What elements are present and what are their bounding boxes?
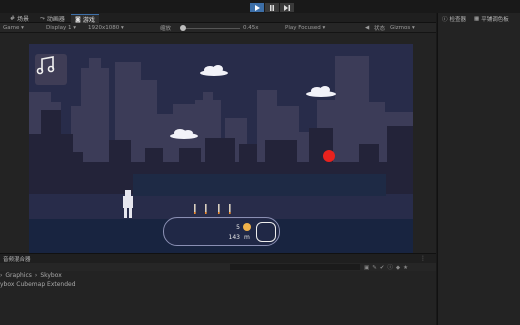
- info-icon: ⓘ: [442, 16, 448, 23]
- floating-platform: [133, 174, 386, 196]
- tab-tile-palette[interactable]: ▦ 平铺调色板: [474, 14, 509, 23]
- bottom-tab-bar: 音频混合器 ⋮: [0, 254, 436, 263]
- play-icon: [255, 4, 260, 11]
- coin-count: 5: [236, 224, 240, 231]
- tab-inspector-label: 检查器: [449, 16, 467, 23]
- step-button[interactable]: [280, 3, 294, 12]
- display-dropdown[interactable]: Display 1 ▾: [46, 24, 76, 32]
- tab-scene[interactable]: # 场景: [6, 14, 33, 23]
- pause-button[interactable]: [265, 3, 279, 12]
- pause-icon: [270, 4, 274, 11]
- gamepad-icon: ◙: [75, 15, 81, 23]
- game-mode-dropdown[interactable]: Game ▾: [3, 24, 24, 32]
- game-panel: # 场景 ⤳ 动画器 ◙ 游戏 Game ▾ Display 1 ▾ 1920x…: [0, 13, 436, 263]
- panel-menu-icon[interactable]: ⋮: [420, 255, 426, 262]
- display-value: Display 1: [46, 25, 72, 31]
- hash-icon: #: [10, 15, 16, 22]
- tab-tile-palette-label: 平铺调色板: [481, 16, 509, 23]
- chevron-right-icon: ›: [34, 272, 38, 279]
- tab-game[interactable]: ◙ 游戏: [71, 14, 99, 24]
- step-icon: [284, 4, 290, 11]
- mute-audio-toggle[interactable]: ◀: [365, 24, 369, 32]
- breadcrumb: › Graphics › Skybox: [0, 271, 436, 280]
- chevron-right-icon: ›: [0, 272, 3, 279]
- bottom-search-input[interactable]: [230, 264, 360, 270]
- stats-label: 状态: [374, 26, 386, 32]
- distance-value: 143: [228, 234, 240, 241]
- breadcrumb-skybox[interactable]: Skybox: [40, 272, 61, 279]
- bottom-panel: 音频混合器 ⋮ ▣✎✔ⓘ◆★ › Graphics › Skybox ybox …: [0, 253, 436, 325]
- resolution-value: 1920x1080: [88, 25, 120, 31]
- play-focused-dropdown[interactable]: Play Focused ▾: [285, 24, 325, 32]
- distance-unit: m: [244, 234, 250, 241]
- gizmos-label: Gizmos: [390, 25, 411, 31]
- scale-slider-thumb[interactable]: [180, 25, 186, 31]
- palette-icon: ▦: [474, 15, 480, 22]
- game-viewport[interactable]: 5 143 m: [29, 44, 413, 263]
- speaker-icon: ◀: [365, 25, 370, 31]
- play-button[interactable]: [250, 3, 264, 12]
- breadcrumb-graphics[interactable]: Graphics: [5, 272, 32, 279]
- scale-value: 0.45x: [243, 25, 259, 31]
- playmode-controls: [250, 3, 294, 12]
- game-view-toolbar: Game ▾ Display 1 ▾ 1920x1080 ▾ 缩放 0.45x …: [0, 23, 436, 33]
- music-button[interactable]: [35, 54, 67, 85]
- top-toolbar: [0, 0, 520, 13]
- scale-label: 缩放: [160, 26, 172, 32]
- music-note-icon: [36, 56, 55, 75]
- resolution-dropdown[interactable]: 1920x1080 ▾: [88, 24, 124, 32]
- tab-scene-label: 场景: [17, 16, 30, 23]
- hud-panel: 5 143 m: [163, 217, 280, 246]
- tab-inspector[interactable]: ⓘ 检查器: [442, 14, 466, 23]
- jump-button[interactable]: [256, 222, 276, 242]
- enemy-ball: [323, 150, 335, 162]
- editor-tab-bar: # 场景 ⤳ 动画器 ◙ 游戏: [0, 13, 436, 24]
- tab-animator[interactable]: ⤳ 动画器: [36, 14, 69, 24]
- skybox-item[interactable]: ybox Cubemap Extended: [0, 281, 76, 288]
- scale-slider-track[interactable]: [183, 28, 240, 29]
- bottom-toolbar: ▣✎✔ⓘ◆★: [0, 263, 436, 271]
- tab-audio-mixer[interactable]: 音频混合器: [3, 255, 31, 263]
- coin-icon: [243, 223, 251, 231]
- right-panel: ⓘ 检查器 ▦ 平铺调色板: [437, 13, 520, 325]
- gizmos-toggle[interactable]: Gizmos ▾: [390, 24, 415, 32]
- animator-icon: ⤳: [40, 14, 45, 22]
- play-focused-value: Play Focused: [285, 25, 321, 31]
- stats-toggle[interactable]: 状态: [374, 24, 385, 32]
- tab-animator-label: 动画器: [46, 16, 65, 23]
- bottom-toolbar-icons[interactable]: ▣✎✔ⓘ◆★: [364, 263, 411, 271]
